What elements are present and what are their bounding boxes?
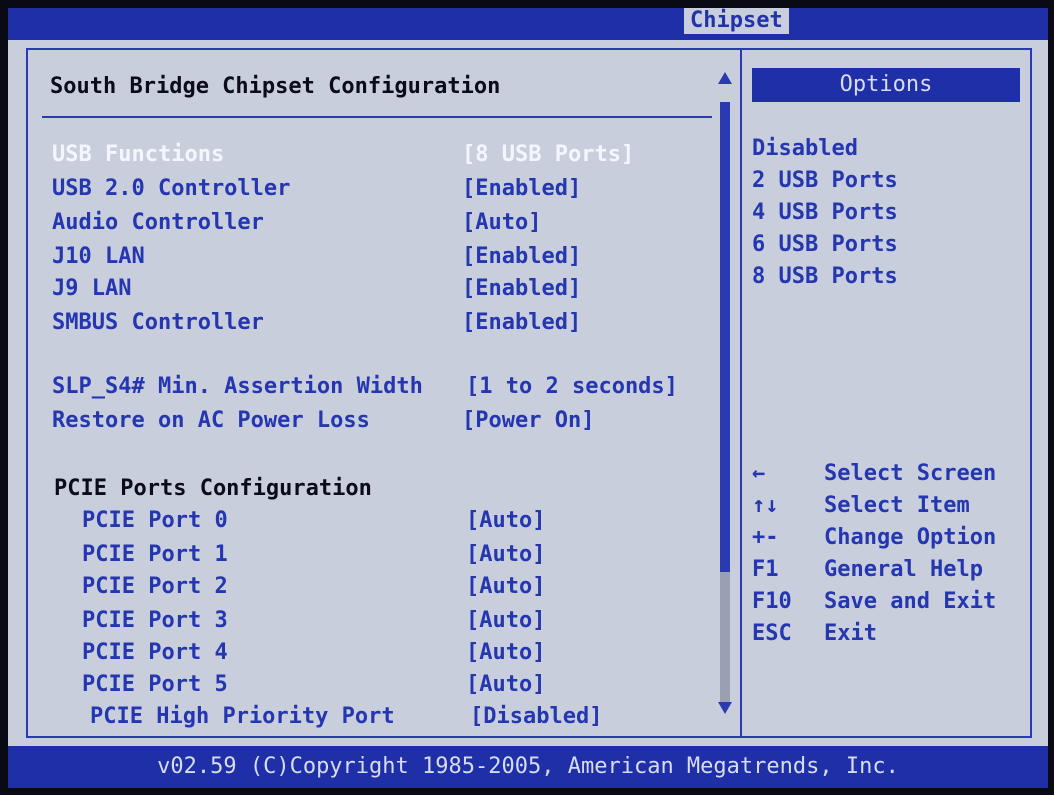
setting-value[interactable]: [Disabled] — [470, 702, 602, 732]
setting-label: PCIE Port 3 — [82, 608, 228, 633]
setting-value[interactable]: [Enabled] — [462, 308, 581, 338]
setting-value[interactable]: [Enabled] — [462, 274, 581, 304]
help-key-exit: ESC Exit — [752, 618, 1022, 650]
setting-audio-controller[interactable]: Audio Controller [Auto] — [52, 208, 692, 238]
left-arrow-icon: ← — [752, 461, 766, 486]
setting-label: PCIE High Priority Port — [90, 704, 395, 729]
setting-value[interactable]: [Power On] — [462, 406, 594, 436]
settings-panel: South Bridge Chipset Configuration USB F… — [28, 50, 740, 736]
setting-usb-2-controller[interactable]: USB 2.0 Controller [Enabled] — [52, 174, 692, 204]
setting-restore-on-ac-power-loss[interactable]: Restore on AC Power Loss [Power On] — [52, 406, 692, 436]
setting-value[interactable]: [Auto] — [466, 540, 545, 570]
setting-value[interactable]: [Auto] — [466, 670, 545, 700]
setting-usb-functions[interactable]: USB Functions [8 USB Ports] — [52, 140, 692, 170]
setting-pcie-port-4[interactable]: PCIE Port 4 [Auto] — [82, 638, 692, 668]
setting-value[interactable]: [Enabled] — [462, 242, 581, 272]
setting-value[interactable]: [Auto] — [466, 506, 545, 536]
help-key-desc: Exit — [824, 621, 877, 646]
help-key-desc: Save and Exit — [824, 589, 997, 614]
scrollbar[interactable] — [716, 72, 734, 714]
scroll-track[interactable] — [720, 572, 730, 702]
setting-pcie-port-5[interactable]: PCIE Port 5 [Auto] — [82, 670, 692, 700]
scroll-thumb[interactable] — [720, 102, 730, 572]
help-key-select-item: ↑↓ Select Item — [752, 490, 1022, 522]
setting-value[interactable]: [Auto] — [466, 572, 545, 602]
scroll-up-arrow-icon[interactable] — [718, 72, 732, 84]
section-heading-pcie-ports: PCIE Ports Configuration — [54, 474, 694, 504]
help-key-desc: Select Item — [824, 493, 970, 518]
setting-value[interactable]: [8 USB Ports] — [462, 140, 634, 170]
setting-value[interactable]: [Auto] — [462, 208, 541, 238]
help-key-desc: Change Option — [824, 525, 997, 550]
setting-pcie-port-0[interactable]: PCIE Port 0 [Auto] — [82, 506, 692, 536]
main-frame: South Bridge Chipset Configuration USB F… — [26, 48, 1032, 738]
setting-pcie-port-3[interactable]: PCIE Port 3 [Auto] — [82, 606, 692, 636]
setting-label: PCIE Port 0 — [82, 508, 228, 533]
help-key-general-help: F1 General Help — [752, 554, 1022, 586]
setting-label: USB Functions — [52, 142, 225, 167]
setting-label: PCIE Port 4 — [82, 640, 228, 665]
panel-title: South Bridge Chipset Configuration — [50, 74, 501, 99]
help-key-code: ESC — [752, 621, 792, 646]
setting-value[interactable]: [Auto] — [466, 638, 545, 668]
help-key-change-option: +- Change Option — [752, 522, 1022, 554]
setting-label: J9 LAN — [52, 276, 132, 301]
option-item[interactable]: 2 USB Ports — [752, 166, 898, 196]
setting-label: PCIE Port 2 — [82, 574, 228, 599]
setting-value[interactable]: [Enabled] — [462, 174, 581, 204]
help-key-save-and-exit: F10 Save and Exit — [752, 586, 1022, 618]
option-item[interactable]: Disabled — [752, 134, 858, 164]
setting-label: PCIE Port 1 — [82, 542, 228, 567]
copyright-footer: v02.59 (C)Copyright 1985-2005, American … — [8, 746, 1048, 788]
plus-minus-icon: +- — [752, 525, 779, 550]
setting-label: SLP_S4# Min. Assertion Width — [52, 374, 423, 399]
help-key-desc: General Help — [824, 557, 983, 582]
top-menu-bar: Chipset — [8, 8, 1048, 40]
setting-value[interactable]: [Auto] — [466, 606, 545, 636]
setting-label: Audio Controller — [52, 210, 264, 235]
setting-label: J10 LAN — [52, 244, 145, 269]
help-key-desc: Select Screen — [824, 461, 997, 486]
bios-screen: Chipset South Bridge Chipset Configurati… — [8, 8, 1048, 788]
scroll-down-arrow-icon[interactable] — [718, 702, 732, 714]
setting-label: Restore on AC Power Loss — [52, 408, 370, 433]
up-down-arrows-icon: ↑↓ — [752, 493, 779, 518]
setting-value[interactable]: [1 to 2 seconds] — [466, 372, 678, 402]
setting-smbus-controller[interactable]: SMBUS Controller [Enabled] — [52, 308, 692, 338]
options-header: Options — [752, 68, 1020, 102]
setting-label: PCIE Port 5 — [82, 672, 228, 697]
setting-slp-s4-min-assertion-width[interactable]: SLP_S4# Min. Assertion Width [1 to 2 sec… — [52, 372, 692, 402]
setting-j10-lan[interactable]: J10 LAN [Enabled] — [52, 242, 692, 272]
help-panel: Options Disabled 2 USB Ports 4 USB Ports… — [742, 50, 1030, 736]
setting-pcie-high-priority-port[interactable]: PCIE High Priority Port [Disabled] — [90, 702, 692, 732]
setting-j9-lan[interactable]: J9 LAN [Enabled] — [52, 274, 692, 304]
setting-pcie-port-2[interactable]: PCIE Port 2 [Auto] — [82, 572, 692, 602]
help-key-code: F1 — [752, 557, 779, 582]
title-divider — [42, 116, 712, 118]
setting-label: USB 2.0 Controller — [52, 176, 291, 201]
section-heading-label: PCIE Ports Configuration — [54, 476, 372, 501]
setting-pcie-port-1[interactable]: PCIE Port 1 [Auto] — [82, 540, 692, 570]
option-item[interactable]: 4 USB Ports — [752, 198, 898, 228]
tab-chipset[interactable]: Chipset — [684, 8, 789, 34]
option-item[interactable]: 8 USB Ports — [752, 262, 898, 292]
help-key-code: F10 — [752, 589, 792, 614]
help-key-select-screen: ← Select Screen — [752, 458, 1022, 490]
option-item[interactable]: 6 USB Ports — [752, 230, 898, 260]
setting-label: SMBUS Controller — [52, 310, 264, 335]
